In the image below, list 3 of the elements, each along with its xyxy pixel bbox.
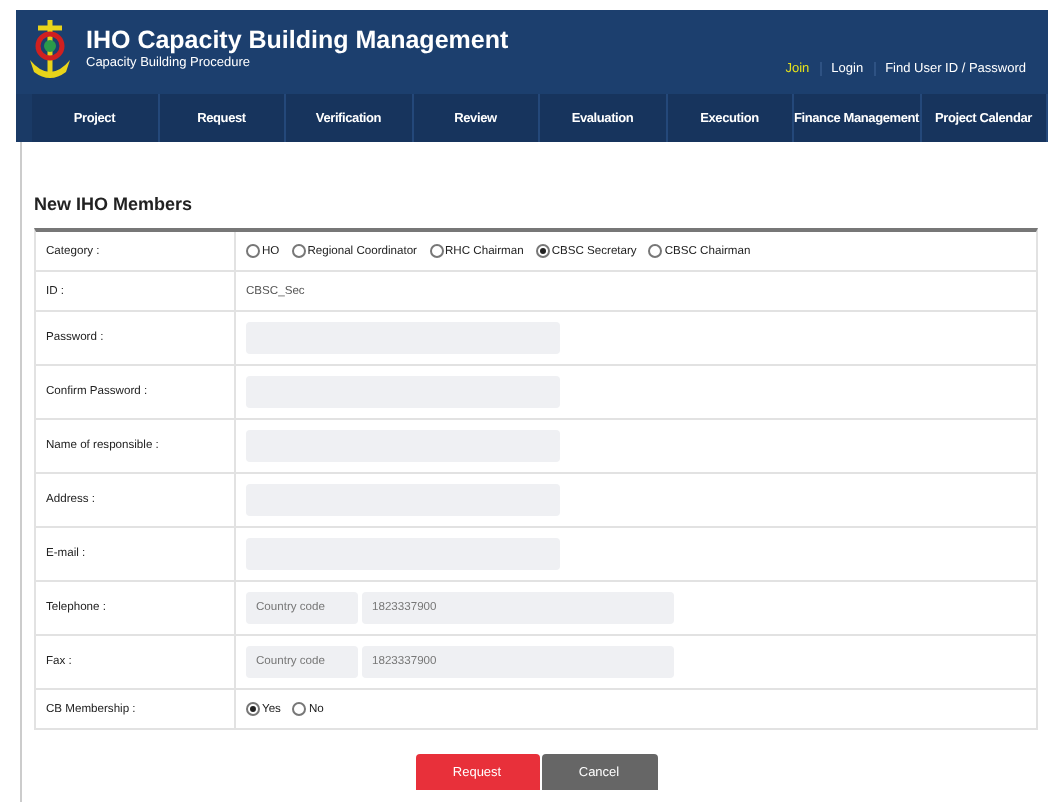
site-title: IHO Capacity Building Management [86, 26, 509, 54]
logo-icon [26, 16, 74, 84]
form-title: New IHO Members [34, 194, 195, 214]
